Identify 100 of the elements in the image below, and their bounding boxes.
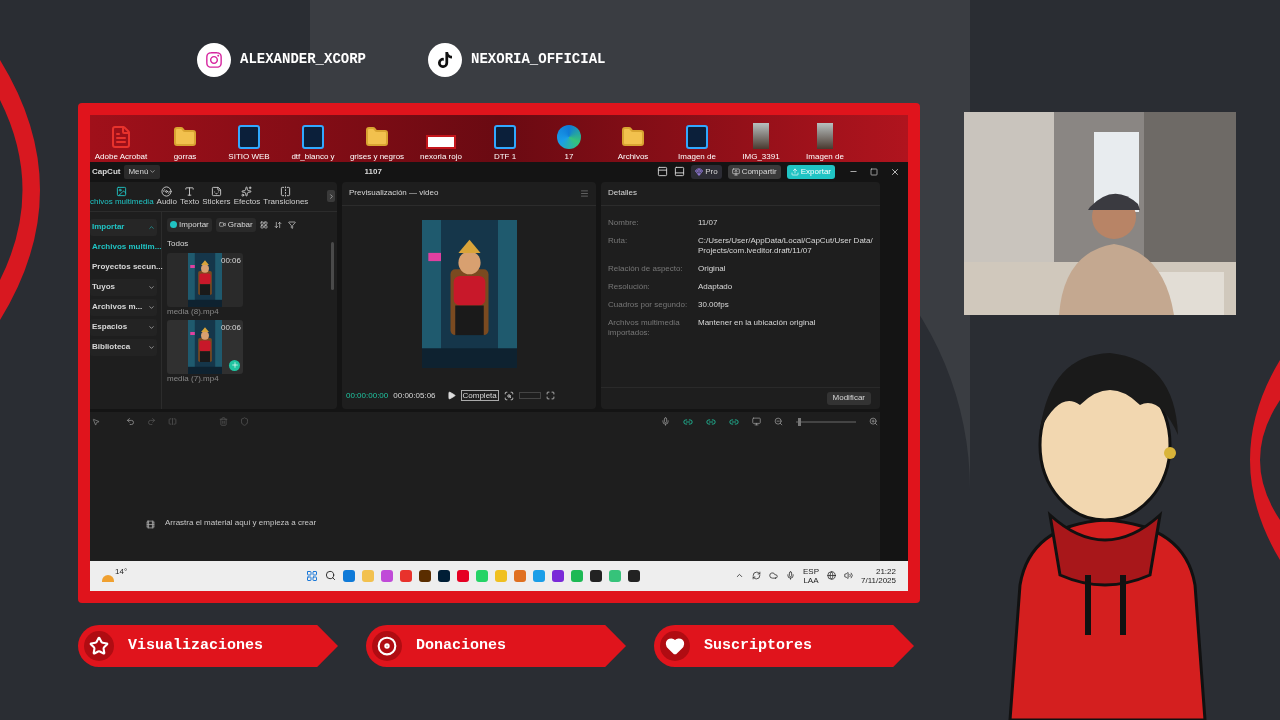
cloud-icon[interactable] [769, 571, 778, 581]
panel-tab[interactable]: chivos multimedia [90, 186, 154, 207]
zoom-in-icon[interactable] [869, 417, 878, 427]
detail-value: 11/07 [698, 217, 719, 228]
app-icon[interactable] [419, 569, 431, 582]
link-icon[interactable] [706, 416, 716, 427]
link-icon[interactable] [729, 416, 739, 427]
link-icon[interactable] [683, 416, 693, 427]
record-button[interactable]: Grabar [215, 217, 256, 232]
pro-button[interactable]: Pro [691, 164, 722, 179]
panel-tab[interactable]: Stickers [202, 186, 231, 207]
image-thumbnail-icon[interactable] [753, 122, 769, 149]
desktop-icon-label[interactable]: IMG_3391 [742, 151, 780, 161]
image-file-icon[interactable] [494, 124, 516, 149]
folder-icon[interactable] [365, 124, 389, 149]
sidebar-item[interactable]: Archivos multim... [90, 238, 161, 256]
desktop-icon-label[interactable]: gorras [173, 151, 197, 161]
detail-value: Mantener en la ubicación original [698, 317, 817, 329]
logo-icon[interactable] [426, 134, 456, 149]
zoom-slider[interactable] [796, 420, 856, 423]
media-thumbnail[interactable]: 00:06 [167, 252, 243, 307]
tiktok-icon [437, 51, 454, 68]
desktop-icon-label[interactable]: DTF 1 [493, 151, 517, 161]
panel-tab[interactable]: Audio [156, 186, 178, 207]
volume-icon[interactable] [844, 571, 853, 581]
chevron-icon [148, 303, 155, 311]
maximize-icon[interactable] [870, 167, 878, 176]
chevron-icon [148, 283, 155, 291]
media-file-name: media (7).mp4 [167, 373, 220, 384]
fit-button[interactable]: Completa [460, 390, 499, 402]
desktop-icon-label[interactable]: SITIO WEB [228, 151, 270, 161]
panel-tab[interactable]: Transiciones [263, 186, 309, 207]
detail-label: Cuadros por segundo: [608, 299, 689, 310]
play-icon[interactable] [446, 391, 456, 401]
sidebar-group[interactable]: Biblioteca [90, 338, 157, 356]
network-icon[interactable] [827, 571, 836, 581]
preview-icon[interactable] [752, 417, 761, 427]
filter-icon[interactable] [287, 220, 296, 229]
desktop-icon-label[interactable]: Archivos [617, 151, 649, 161]
image-file-icon[interactable] [302, 124, 324, 149]
sidebar-group[interactable]: Tuyos [90, 278, 157, 296]
app-icon[interactable] [590, 569, 602, 582]
windows-icon[interactable] [306, 569, 318, 582]
grid-icon[interactable] [259, 220, 268, 229]
scroll-tabs-button[interactable] [327, 190, 335, 203]
folder-icon[interactable] [621, 124, 645, 149]
desktop-icon-label[interactable]: grises y negros [349, 151, 405, 161]
detail-value: 30.00fps [698, 299, 730, 310]
desktop-icon-label[interactable]: Imagen de [806, 151, 844, 161]
sidebar-group[interactable]: Importar [90, 218, 157, 236]
detail-value: Original [698, 263, 727, 274]
panel-tab[interactable]: Texto [180, 186, 200, 207]
window-title: 1107 [364, 165, 382, 178]
layout-icon[interactable] [674, 166, 686, 178]
media-thumbnail[interactable]: 00:06 [167, 319, 243, 374]
clock-time: 21:22 [875, 566, 896, 576]
fullscreen-icon[interactable] [545, 391, 555, 401]
browser-icon[interactable] [557, 124, 581, 149]
duration-label: 00:06 [220, 321, 241, 334]
microphone-icon[interactable] [661, 417, 670, 427]
import-button[interactable]: Importar [167, 217, 212, 232]
desktop-icon-label[interactable]: Adobe Acrobat [94, 151, 148, 161]
undo-icon[interactable] [126, 417, 135, 427]
share-button[interactable]: Compartir [727, 164, 781, 179]
zoom-out-icon[interactable] [774, 417, 783, 427]
desktop-icon-label[interactable]: nexoria rojo [420, 151, 462, 161]
desktop-icon-label[interactable]: dtf_blanco y [291, 151, 335, 161]
panel-tab[interactable]: Efectos [233, 186, 261, 207]
app-icon[interactable] [628, 569, 640, 582]
add-button[interactable] [229, 359, 240, 371]
sync-icon[interactable] [752, 571, 761, 581]
image-file-icon[interactable] [238, 124, 260, 149]
zoom-fit-icon[interactable] [503, 390, 514, 401]
chevron-icon [148, 323, 155, 331]
text-icon [184, 186, 196, 198]
chevron-icon [148, 343, 155, 351]
sidebar-group[interactable]: Espacios [90, 318, 157, 336]
close-icon[interactable] [890, 166, 900, 177]
total-time: 00:00:05:06 [393, 389, 436, 402]
microphone-icon[interactable] [786, 571, 795, 581]
app-icon[interactable] [438, 569, 450, 582]
modify-button[interactable]: Modificar [826, 391, 871, 405]
menu-icon[interactable] [580, 188, 589, 198]
pointer-icon[interactable] [92, 417, 100, 426]
layout-icon[interactable] [657, 166, 669, 178]
banner-label: Suscriptores [704, 635, 813, 656]
sidebar-group[interactable]: Archivos m... [90, 298, 157, 316]
banner-label: Visualizaciones [128, 635, 264, 656]
folder-icon[interactable] [173, 124, 197, 149]
detail-label: Relación de aspecto: [608, 263, 684, 274]
image-thumbnail-icon[interactable] [817, 122, 833, 149]
sidebar-item[interactable]: Proyectos secun... [90, 258, 161, 276]
desktop-icon-label[interactable]: Imagen de [678, 151, 716, 161]
current-time: 00:00:00:00 [346, 389, 389, 402]
desktop-icon-label[interactable]: 17 [564, 151, 574, 161]
image-file-icon[interactable] [686, 124, 708, 149]
search-icon[interactable] [325, 570, 336, 582]
menu-button[interactable]: Menú [124, 164, 161, 179]
detail-label: Archivos multimedia importados: [608, 317, 681, 338]
sort-icon[interactable] [273, 220, 282, 229]
